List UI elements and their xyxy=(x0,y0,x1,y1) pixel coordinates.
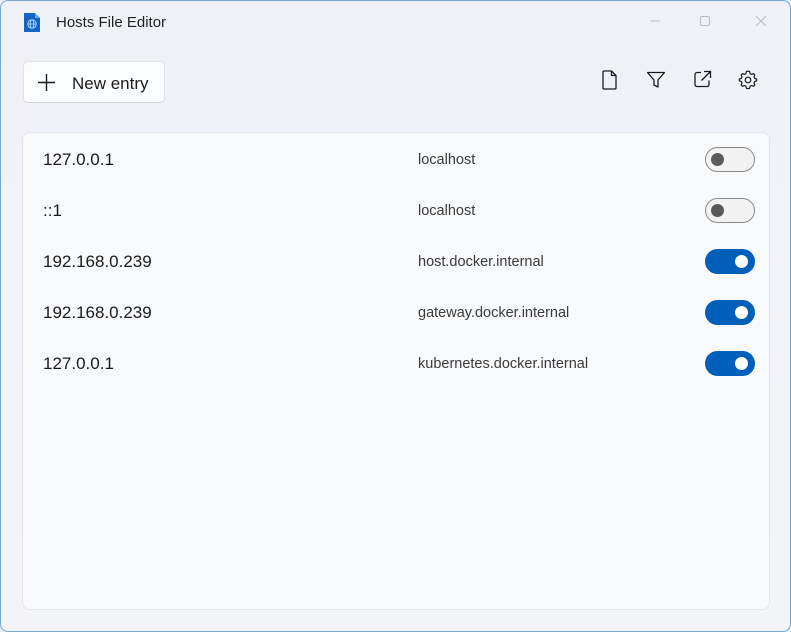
toggle-knob xyxy=(711,153,724,166)
toggle-knob xyxy=(711,204,724,217)
maximize-icon xyxy=(700,16,710,26)
new-entry-label: New entry xyxy=(72,74,149,93)
entry-hosts: gateway.docker.internal xyxy=(418,305,570,321)
plus-icon xyxy=(37,73,56,92)
entry-hosts: host.docker.internal xyxy=(418,254,544,270)
filter-icon xyxy=(646,71,666,94)
entry-active-toggle[interactable] xyxy=(705,147,755,172)
entry-address: 127.0.0.1 xyxy=(43,354,114,373)
document-globe-icon xyxy=(23,12,41,33)
new-entry-button[interactable]: New entry xyxy=(23,61,165,103)
entry-active-toggle[interactable] xyxy=(705,198,755,223)
list-item[interactable]: 127.0.0.1 kubernetes.docker.internal xyxy=(23,338,769,389)
entry-active-toggle[interactable] xyxy=(705,249,755,274)
open-external-button[interactable] xyxy=(691,70,713,94)
filter-button[interactable] xyxy=(645,71,667,93)
entry-active-toggle[interactable] xyxy=(705,300,755,325)
open-hosts-file-button[interactable] xyxy=(599,69,621,95)
hosts-entries-list: 127.0.0.1 localhost ::1 localhost 192.16… xyxy=(22,132,770,610)
list-item[interactable]: ::1 localhost xyxy=(23,185,769,236)
entry-active-toggle[interactable] xyxy=(705,351,755,376)
entry-hosts: localhost xyxy=(418,203,476,219)
list-item[interactable]: 192.168.0.239 host.docker.internal xyxy=(23,236,769,287)
entry-hosts: kubernetes.docker.internal xyxy=(418,356,589,372)
toggle-knob xyxy=(735,255,748,268)
close-icon xyxy=(756,16,766,26)
minimize-button[interactable] xyxy=(632,1,678,41)
minimize-icon xyxy=(650,16,660,26)
toggle-knob xyxy=(735,306,748,319)
maximize-button[interactable] xyxy=(682,1,728,41)
document-icon xyxy=(602,69,618,95)
gear-icon xyxy=(738,70,758,95)
app-window: Hosts File Editor New entry 127.0.0.1 lo… xyxy=(0,0,791,632)
toggle-knob xyxy=(735,357,748,370)
entry-hosts: localhost xyxy=(418,152,476,168)
entry-address: 127.0.0.1 xyxy=(43,150,114,169)
entry-address: 192.168.0.239 xyxy=(43,252,152,271)
close-button[interactable] xyxy=(738,1,784,41)
title-bar[interactable]: Hosts File Editor xyxy=(1,1,790,43)
list-item[interactable]: 127.0.0.1 localhost xyxy=(23,134,769,185)
entry-address: ::1 xyxy=(43,201,62,220)
list-item[interactable]: 192.168.0.239 gateway.docker.internal xyxy=(23,287,769,338)
window-title: Hosts File Editor xyxy=(56,14,167,31)
settings-button[interactable] xyxy=(737,70,759,95)
open-external-icon xyxy=(693,70,712,94)
entry-address: 192.168.0.239 xyxy=(43,303,152,322)
